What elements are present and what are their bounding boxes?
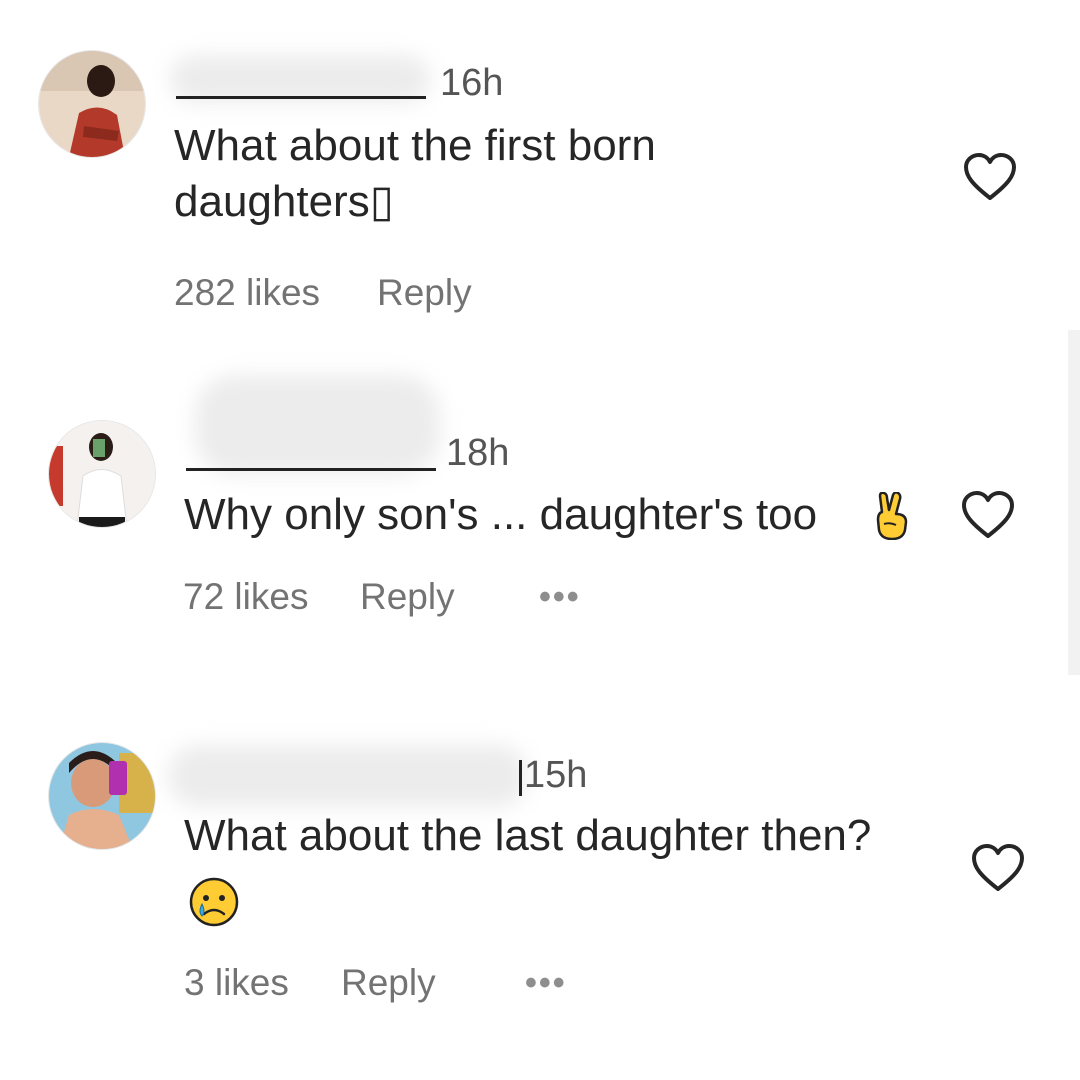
reply-button[interactable]: Reply [341,962,436,1004]
username-redacted[interactable] [168,745,528,807]
username-underline [519,760,522,796]
heart-icon[interactable] [970,843,1026,893]
timestamp: 15h [524,754,588,796]
like-count[interactable]: 3 likes [184,962,289,1004]
avatar[interactable] [48,742,156,850]
crying-face-icon [189,877,239,927]
comment-item: 15h What about the last daughter then? 3… [0,0,1080,1080]
comment-text: What about the last daughter then? [184,811,872,860]
more-options-icon[interactable]: ••• [525,964,567,1003]
